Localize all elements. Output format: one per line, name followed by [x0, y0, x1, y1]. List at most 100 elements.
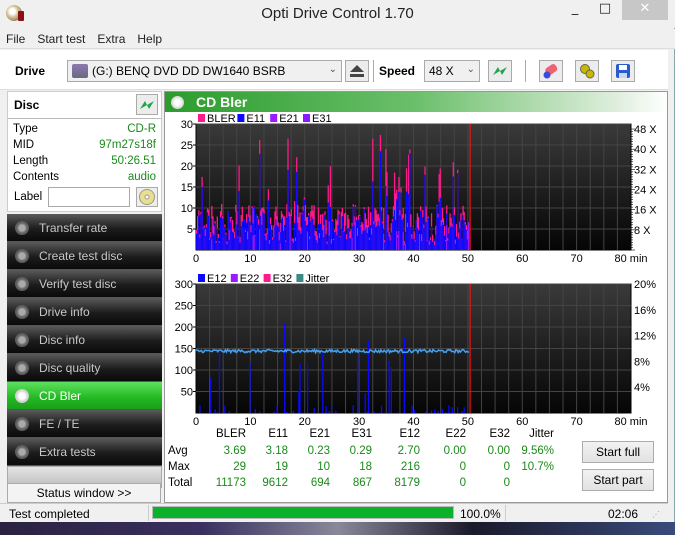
e12-bar: [437, 410, 439, 413]
stats-value: 0.23: [307, 445, 330, 457]
x-tick-label: 30: [353, 416, 365, 426]
e12-bar: [335, 410, 337, 413]
e12-bar: [388, 360, 390, 413]
refresh-icon: [140, 100, 154, 109]
erase-button[interactable]: [539, 60, 563, 82]
refresh-speed-button[interactable]: [488, 60, 512, 82]
e12-bar: [210, 377, 212, 413]
menu-file[interactable]: File: [6, 32, 25, 46]
drive-value: (G:) BENQ DVD DD DW1640 BSRB: [92, 64, 286, 78]
nav-label: Disc info: [39, 332, 86, 347]
status-window-button[interactable]: Status window >>: [7, 483, 161, 503]
disc-heading-text: Disc: [14, 98, 40, 112]
stats-value: 867: [352, 477, 372, 489]
label-input[interactable]: [48, 187, 130, 207]
x-tick-label: 50: [462, 416, 474, 426]
y2-tick-label: 32 X: [634, 164, 657, 176]
stats-row-label: Avg: [168, 445, 188, 457]
drive-icon: [72, 64, 88, 78]
y-tick-label: 150: [175, 344, 193, 356]
legend-swatch: [237, 114, 245, 122]
y-tick-label: 100: [175, 365, 193, 377]
legend-label: E12: [207, 273, 227, 285]
y-tick-label: 10: [181, 203, 193, 215]
e12-bar: [356, 354, 359, 413]
e12-bar: [284, 322, 286, 413]
legend-label: E31: [312, 113, 332, 125]
e21-bar: [211, 239, 213, 250]
y2-tick-label: 40 X: [634, 144, 657, 156]
nav-create-test-disc[interactable]: Create test disc: [7, 242, 162, 270]
y-tick-label: 50: [181, 387, 193, 399]
e12-bar: [313, 407, 315, 413]
extra-tests-icon: [15, 444, 29, 459]
e12-bar: [451, 407, 453, 413]
menu-help[interactable]: Help: [137, 32, 162, 46]
x-tick-label: 10: [244, 253, 256, 265]
desktop-background: [0, 522, 675, 535]
e12-bar: [330, 404, 333, 413]
stats-value: 18: [359, 461, 372, 473]
legend-label: E22: [240, 273, 260, 285]
e21-bar: [467, 222, 470, 250]
stats-value: 9.56%: [521, 445, 554, 457]
panel-header: CD Bler: [165, 92, 667, 112]
nav-transfer-rate[interactable]: Transfer rate: [7, 214, 162, 242]
e12-bar: [390, 366, 392, 413]
create-disc-icon: [15, 248, 29, 263]
speed-select[interactable]: 48 X ⌄: [424, 60, 480, 82]
nav-label: Drive info: [39, 304, 90, 319]
y-tick-label: 300: [175, 279, 193, 291]
resize-grip-icon[interactable]: ⋰: [652, 510, 660, 519]
eject-button[interactable]: [345, 60, 369, 82]
y2-tick-label: 4%: [634, 382, 650, 394]
drive-select[interactable]: (G:) BENQ DVD DD DW1640 BSRB ⌄: [67, 60, 342, 82]
start-full-button[interactable]: Start full: [582, 441, 654, 463]
stats-value: 0: [503, 477, 510, 489]
settings-button[interactable]: [575, 60, 599, 82]
x-tick-label: 70: [571, 253, 583, 265]
start-part-button[interactable]: Start part: [582, 469, 654, 491]
e12-bar: [259, 411, 261, 413]
close-button[interactable]: ✕: [622, 0, 668, 20]
e21-bar: [418, 234, 421, 250]
nav-label: Disc quality: [39, 360, 101, 375]
y2-tick-label: 16%: [634, 305, 656, 317]
nav-disc-quality[interactable]: Disc quality: [7, 354, 162, 382]
e12-bar: [325, 406, 327, 413]
disc-refresh-button[interactable]: [136, 94, 158, 115]
nav-verify-test-disc[interactable]: Verify test disc: [7, 270, 162, 298]
stats-value: 3.69: [223, 445, 246, 457]
stats-column-header: E32: [489, 428, 510, 440]
disc-row-mid: MID 97m27s18f: [8, 139, 161, 155]
x-tick-label: 40: [407, 253, 419, 265]
nav-drive-info[interactable]: Drive info: [7, 298, 162, 326]
y2-tick-label: 8%: [634, 356, 650, 368]
nav-fe-te[interactable]: FE / TE: [7, 410, 162, 438]
nav-disc-info[interactable]: Disc info: [7, 326, 162, 354]
save-button[interactable]: [611, 60, 635, 82]
e12-bar: [434, 409, 436, 413]
minimize-button[interactable]: _: [560, 0, 590, 20]
nav-label: Verify test disc: [39, 276, 117, 291]
stats-value: 10: [317, 461, 330, 473]
title-bar: Opti Drive Control 1.70 _ □ ✕: [0, 0, 675, 28]
menu-extra[interactable]: Extra: [97, 32, 125, 46]
maximize-button[interactable]: □: [590, 0, 620, 20]
x-tick-label: 80 min: [614, 416, 647, 426]
sidebar: Disc Type CD-R MID 97m27s18f Length 50:26.5…: [7, 91, 162, 503]
legend-swatch: [303, 114, 310, 122]
verify-disc-icon: [15, 276, 29, 291]
stats-column-header: BLER: [215, 428, 246, 440]
menu-start-test[interactable]: Start test: [37, 32, 85, 46]
nav-extra-tests[interactable]: Extra tests: [7, 438, 162, 466]
e12-bar: [380, 405, 383, 413]
e12-bar: [218, 351, 221, 413]
speed-value: 48 X: [429, 64, 454, 78]
e12-bar: [216, 412, 218, 413]
read-label-button[interactable]: [136, 187, 158, 207]
save-icon: [616, 64, 630, 78]
e12-chart: E12 E22 E32 Jitter 50 100 150 200 250 300 0 10 20 30 4…: [175, 273, 657, 426]
disc-length-value: 50:26.51: [111, 155, 156, 167]
nav-cd-bler[interactable]: CD Bler: [7, 382, 162, 410]
